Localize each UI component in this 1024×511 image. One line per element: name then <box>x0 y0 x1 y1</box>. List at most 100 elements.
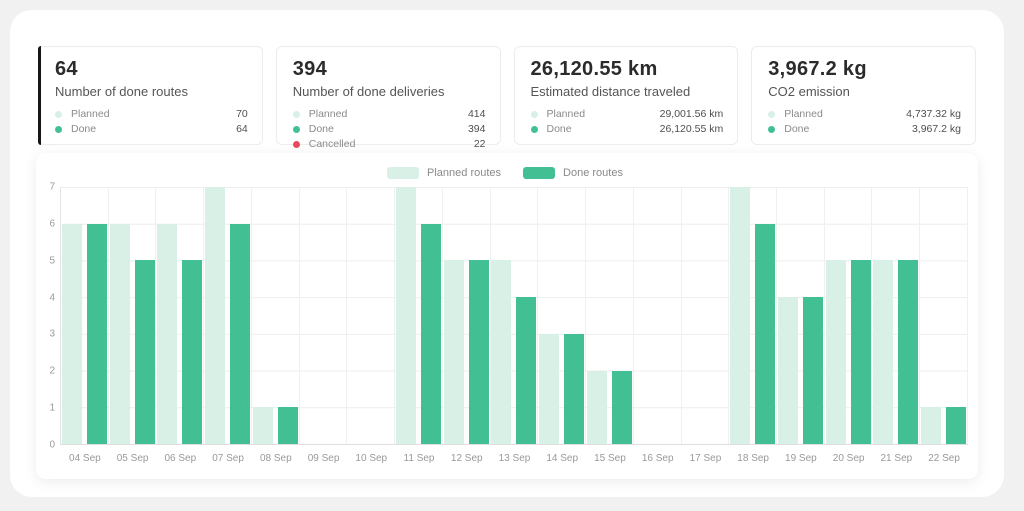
x-tick-label: 11 Sep <box>395 453 443 464</box>
planned-swatch-icon <box>387 167 419 179</box>
x-axis: 04 Sep05 Sep06 Sep07 Sep08 Sep09 Sep10 S… <box>42 445 968 471</box>
done-bar <box>278 407 298 444</box>
y-tick-label: 1 <box>49 403 55 414</box>
done-bar <box>182 260 202 444</box>
bar-group-22-sep[interactable] <box>920 187 967 444</box>
planned-bar <box>253 407 273 444</box>
card-legend-row: Planned 70 <box>55 108 248 120</box>
done-dot-icon <box>293 126 300 133</box>
x-tick-label: 13 Sep <box>491 453 539 464</box>
row-label: Done <box>71 123 96 135</box>
row-label: Planned <box>309 108 348 120</box>
kpi-card-distance[interactable]: 26,120.55 km Estimated distance traveled… <box>514 46 739 145</box>
bar-group-10-sep[interactable] <box>347 187 395 444</box>
y-tick-label: 0 <box>49 440 55 451</box>
row-label: Done <box>309 123 334 135</box>
planned-bar <box>587 371 607 444</box>
bar-group-17-sep[interactable] <box>682 187 730 444</box>
y-tick-label: 2 <box>49 366 55 377</box>
y-tick-label: 4 <box>49 292 55 303</box>
planned-dot-icon <box>768 111 775 118</box>
planned-bar <box>873 260 893 444</box>
planned-bar <box>62 224 82 444</box>
done-bar <box>421 224 441 444</box>
planned-bar <box>826 260 846 444</box>
bar-group-14-sep[interactable] <box>538 187 586 444</box>
done-bar <box>946 407 966 444</box>
planned-bar <box>778 297 798 444</box>
bar-group-09-sep[interactable] <box>300 187 348 444</box>
row-value: 4,737.32 kg <box>906 108 961 120</box>
kpi-title: Estimated distance traveled <box>531 84 724 99</box>
bar-group-21-sep[interactable] <box>872 187 920 444</box>
row-label: Planned <box>784 108 823 120</box>
planned-bar <box>110 224 130 444</box>
selected-card-indicator <box>38 46 41 145</box>
y-axis: 01234567 <box>42 187 60 445</box>
x-tick-label: 04 Sep <box>61 453 109 464</box>
x-tick-label: 05 Sep <box>109 453 157 464</box>
row-value: 22 <box>474 138 486 150</box>
bar-group-16-sep[interactable] <box>634 187 682 444</box>
row-value: 29,001.56 km <box>660 108 724 120</box>
kpi-value: 3,967.2 kg <box>768 58 961 81</box>
bar-group-13-sep[interactable] <box>491 187 539 444</box>
x-tick-label: 07 Sep <box>204 453 252 464</box>
legend-entry-planned-routes[interactable]: Planned routes <box>387 167 501 179</box>
bar-group-18-sep[interactable] <box>729 187 777 444</box>
y-tick-label: 5 <box>49 255 55 266</box>
bar-group-04-sep[interactable] <box>61 187 109 444</box>
bar-group-06-sep[interactable] <box>156 187 204 444</box>
bar-group-20-sep[interactable] <box>825 187 873 444</box>
row-value: 26,120.55 km <box>660 123 724 135</box>
x-tick-label: 12 Sep <box>443 453 491 464</box>
row-label: Planned <box>71 108 110 120</box>
row-value: 64 <box>236 123 248 135</box>
done-dot-icon <box>768 126 775 133</box>
x-tick-label: 21 Sep <box>872 453 920 464</box>
done-bar <box>898 260 918 444</box>
card-legend-row: Planned29,001.56 km <box>531 108 724 120</box>
kpi-title: CO2 emission <box>768 84 961 99</box>
x-tick-label: 10 Sep <box>347 453 395 464</box>
planned-dot-icon <box>55 111 62 118</box>
planned-dot-icon <box>531 111 538 118</box>
bar-group-08-sep[interactable] <box>252 187 300 444</box>
card-legend-row: Done3,967.2 kg <box>768 123 961 135</box>
bar-group-05-sep[interactable] <box>109 187 157 444</box>
kpi-legend-rows: Planned 4,737.32 kg Done3,967.2 kg <box>768 108 961 135</box>
bar-group-11-sep[interactable] <box>395 187 443 444</box>
y-tick-label: 6 <box>49 218 55 229</box>
cancelled-dot-icon <box>293 141 300 148</box>
kpi-card-co2[interactable]: 3,967.2 kg CO2 emission Planned 4,737.32 … <box>751 46 976 145</box>
routes-chart-panel: Planned routes Done routes 01234567 04 S… <box>36 153 978 479</box>
done-bar <box>755 224 775 444</box>
kpi-title: Number of done routes <box>55 84 248 99</box>
row-value: 394 <box>468 123 486 135</box>
x-tick-label: 18 Sep <box>729 453 777 464</box>
row-value: 70 <box>236 108 248 120</box>
kpi-card-done-deliveries[interactable]: 394 Number of done deliveries Planned414… <box>276 46 501 145</box>
bar-group-15-sep[interactable] <box>586 187 634 444</box>
done-bar <box>469 260 489 444</box>
bar-group-12-sep[interactable] <box>443 187 491 444</box>
done-dot-icon <box>55 126 62 133</box>
x-axis-labels: 04 Sep05 Sep06 Sep07 Sep08 Sep09 Sep10 S… <box>61 453 968 464</box>
y-tick-label: 3 <box>49 329 55 340</box>
done-bar <box>135 260 155 444</box>
planned-bar <box>444 260 464 444</box>
done-bar <box>612 371 632 444</box>
kpi-card-done-routes[interactable]: 64 Number of done routes Planned 70 Done 64 <box>38 46 263 145</box>
x-tick-label: 08 Sep <box>252 453 300 464</box>
card-legend-row: Planned414 <box>293 108 486 120</box>
done-bar <box>230 224 250 444</box>
row-label: Done <box>547 123 572 135</box>
x-tick-label: 14 Sep <box>538 453 586 464</box>
kpi-legend-rows: Planned 70 Done 64 <box>55 108 248 135</box>
card-legend-row: Done 64 <box>55 123 248 135</box>
bar-group-07-sep[interactable] <box>204 187 252 444</box>
row-label: Cancelled <box>309 138 356 150</box>
bar-group-19-sep[interactable] <box>777 187 825 444</box>
done-bar <box>87 224 107 444</box>
legend-entry-done-routes[interactable]: Done routes <box>523 167 623 179</box>
